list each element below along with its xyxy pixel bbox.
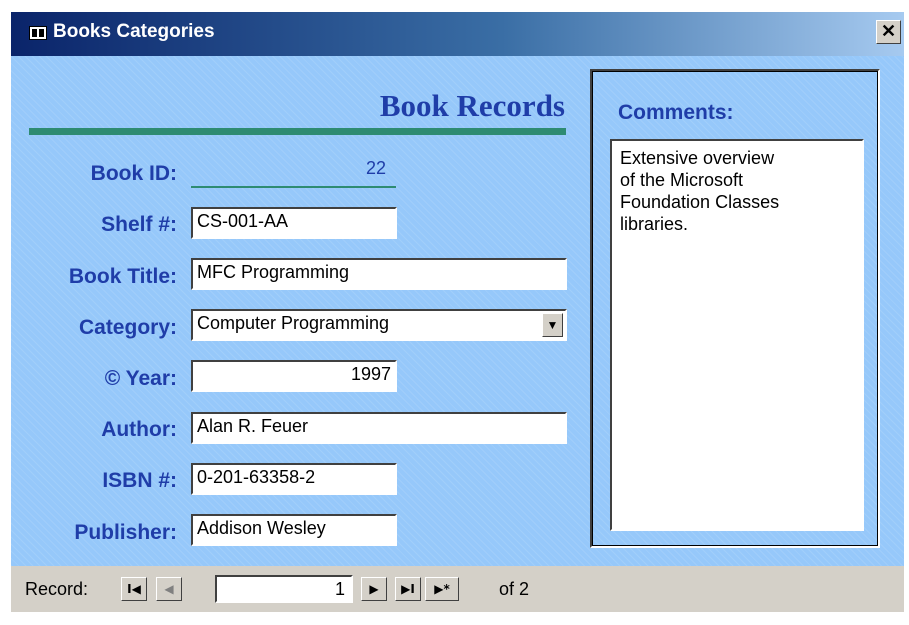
book-title-field[interactable]: MFC Programming — [191, 258, 567, 290]
author-label: Author: — [101, 418, 177, 441]
next-record-button[interactable]: ▶ — [361, 577, 387, 601]
publisher-label: Publisher: — [74, 521, 177, 544]
title-bar[interactable]: Books Categories ✕ — [11, 12, 904, 56]
first-record-button[interactable]: I◀ — [121, 577, 147, 601]
isbn-field[interactable]: 0-201-63358-2 — [191, 463, 397, 495]
close-button[interactable]: ✕ — [876, 20, 901, 44]
record-number-field[interactable]: 1 — [215, 575, 353, 603]
year-field[interactable]: 1997 — [191, 360, 397, 392]
new-record-button[interactable]: ▶* — [425, 577, 459, 601]
isbn-label: ISBN #: — [102, 469, 177, 492]
access-form-window: Books Categories ✕ Book Records Book ID:… — [0, 0, 909, 625]
last-record-button[interactable]: ▶I — [395, 577, 421, 601]
form-heading: Book Records — [379, 88, 565, 123]
record-navigation-bar: Record: I◀ ◀ 1 ▶ ▶I ▶* of 2 — [11, 566, 904, 612]
heading-underline — [29, 128, 566, 135]
author-field[interactable]: Alan R. Feuer — [191, 412, 567, 444]
comments-label: Comments: — [618, 101, 734, 124]
shelf-field[interactable]: CS-001-AA — [191, 207, 397, 239]
dropdown-arrow-icon[interactable]: ▼ — [542, 313, 563, 337]
record-count: of 2 — [499, 579, 529, 600]
previous-record-button[interactable]: ◀ — [156, 577, 182, 601]
comments-textarea[interactable]: Extensive overview of the Microsoft Foun… — [610, 139, 864, 531]
category-combobox[interactable]: Computer Programming ▼ — [191, 309, 567, 341]
publisher-field[interactable]: Addison Wesley — [191, 514, 397, 546]
year-label: © Year: — [104, 367, 177, 390]
comments-frame: Comments: Extensive overview of the Micr… — [590, 69, 880, 548]
category-value: Computer Programming — [197, 313, 390, 333]
form-body: Book Records Book ID: 22 Shelf #: CS-001… — [11, 56, 904, 566]
form-icon — [29, 26, 47, 40]
category-label: Category: — [78, 316, 177, 339]
book-title-label: Book Title: — [68, 265, 177, 288]
total-records: 2 — [519, 579, 530, 599]
book-id-label: Book ID: — [90, 162, 177, 185]
window-title: Books Categories — [53, 21, 215, 42]
book-id-value: 22 — [191, 158, 396, 188]
of-label: of — [499, 579, 515, 599]
shelf-label: Shelf #: — [101, 213, 177, 236]
record-label: Record: — [25, 579, 89, 599]
